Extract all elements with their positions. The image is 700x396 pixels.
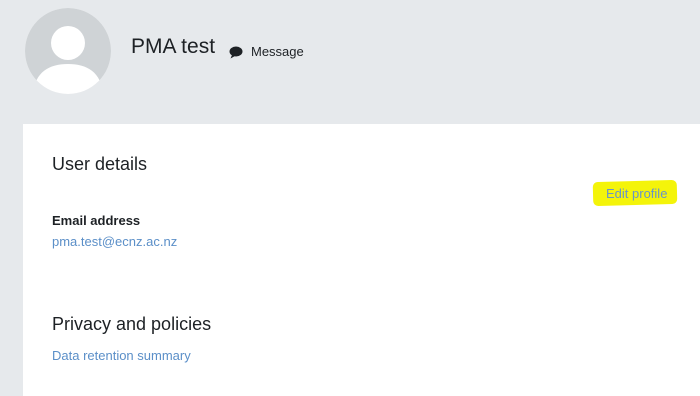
data-retention-summary-link[interactable]: Data retention summary [52, 348, 191, 364]
email-address-label: Email address [52, 213, 141, 228]
message-label: Message [251, 44, 304, 59]
message-button[interactable]: Message [229, 42, 304, 62]
default-user-avatar-icon[interactable] [25, 8, 111, 94]
edit-profile-link[interactable]: Edit profile [606, 186, 667, 202]
user-full-name: PMA test [131, 35, 216, 58]
profile-header: PMA test Message [0, 0, 700, 124]
profile-content-card: User details Edit profile Email address … [23, 124, 700, 396]
user-details-heading: User details [52, 154, 148, 174]
avatar-silhouette [25, 8, 111, 94]
privacy-policies-heading: Privacy and policies [52, 314, 212, 334]
speech-bubble-icon [229, 46, 243, 58]
email-address-link[interactable]: pma.test@ecnz.ac.nz [52, 234, 177, 250]
